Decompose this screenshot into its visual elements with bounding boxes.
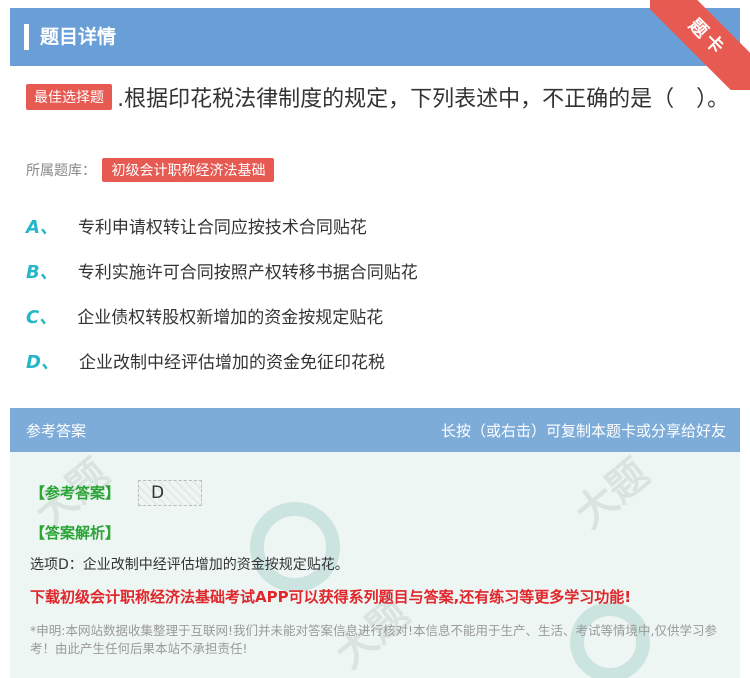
app-download-link[interactable]: 下载初级会计职称经济法基础考试APP可以获得系列题目与答案,还有练习等更多学习功… [30,586,631,607]
answer-section-body: 大题 大题 大题 【参考答案】 D 【答案解析】 选项D：企业改制中经评估增加的… [10,452,740,678]
option-text: 企业改制中经评估增加的资金免征印花税 [78,353,385,373]
bank-label: 所属题库： [26,163,96,179]
option-letter: B、 [26,262,58,283]
corner-ribbon: 题卡 [650,0,750,90]
watermark-ring [250,502,340,592]
analysis-label: 【答案解析】 [30,524,121,542]
watermark-logo: 大题 [567,452,658,538]
answer-label: 【参考答案】 [30,484,121,502]
option-c[interactable]: C、 企业债权转股权新增加的资金按规定贴花 [26,303,383,333]
option-text: 专利申请权转让合同应按技术合同贴花 [77,218,367,238]
option-b[interactable]: B、 专利实施许可合同按照产权转移书据合同贴花 [26,258,418,288]
option-letter: A、 [26,217,58,238]
header-accent-bar [24,24,29,50]
answer-header-title: 参考答案 [26,422,87,440]
question-block: 最佳选择题 .根据印花税法律制度的规定，下列表述中，不正确的是（ ）。 [26,80,731,120]
option-text: 企业债权转股权新增加的资金按规定贴花 [77,308,384,328]
option-text: 专利实施许可合同按照产权转移书据合同贴花 [77,263,418,283]
page-title: 题目详情 [40,26,117,48]
option-letter: D、 [26,352,59,373]
share-hint: 长按（或右击）可复制本题卡或分享给好友 [440,422,726,440]
analysis-text: 选项D：企业改制中经评估增加的资金按规定贴花。 [30,557,349,573]
question-type-badge: 最佳选择题 [26,84,112,110]
option-letter: C、 [26,307,58,328]
question-text: .根据印花税法律制度的规定，下列表述中，不正确的是（ ）。 [117,87,730,112]
disclaimer-text: *申明:本网站数据收集整理于互联网!我们并未能对答案信息进行核对!本信息不能用于… [30,623,717,656]
page-header: 题目详情 [10,8,740,66]
ribbon-label: 题卡 [650,0,750,90]
option-d[interactable]: D、 企业改制中经评估增加的资金免征印花税 [26,348,385,378]
answer-value: D [138,480,202,506]
option-a[interactable]: A、 专利申请权转让合同应按技术合同贴花 [26,213,367,243]
bank-tag[interactable]: 初级会计职称经济法基础 [102,158,275,182]
answer-section-header: 参考答案 长按（或右击）可复制本题卡或分享给好友 [10,408,740,452]
question-bank-row: 所属题库： 初级会计职称经济法基础 [26,158,275,182]
